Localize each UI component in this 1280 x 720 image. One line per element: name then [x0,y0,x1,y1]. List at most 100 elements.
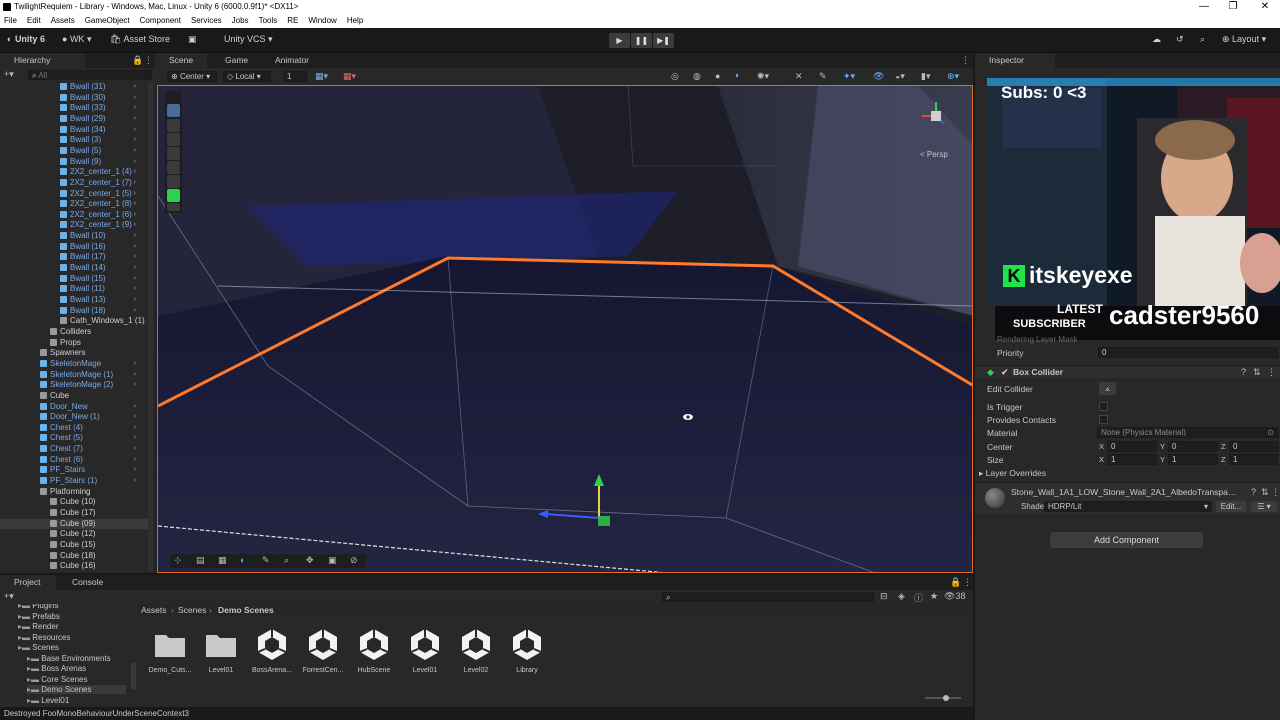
open-prefab-icon[interactable]: › [134,82,136,93]
material-menu-icon[interactable]: ⋮ [1271,487,1280,498]
overlay-zoom-icon[interactable]: ⌕ [284,555,289,566]
view-tool-icon[interactable] [167,104,180,117]
menu-window[interactable]: Window [308,16,336,25]
hierarchy-item[interactable]: Bwall (11) › [0,284,148,295]
layout-dropdown[interactable]: ⊕ Layout ▾ [1222,34,1266,45]
project-folder-item[interactable]: ▸▬ Core Scenes [27,675,126,684]
center-z-field[interactable]: 0 [1229,441,1278,452]
zoom-slider-handle[interactable] [943,695,949,701]
open-prefab-icon[interactable]: › [134,380,136,391]
gizmo-tools-icon[interactable]: ✦▾ [843,71,855,82]
folder-asset[interactable]: Demo_Cuts... [145,627,195,674]
maximize-button[interactable]: ❐ [1218,0,1248,14]
project-folder-item[interactable]: ▸▬ Base Environments [27,654,126,663]
open-prefab-icon[interactable]: › [134,242,136,253]
overlay-tool-1-icon[interactable]: ⊹ [174,555,182,566]
scene-asset[interactable]: BossArena... [247,627,297,674]
persp-label[interactable]: < Persp [920,150,948,159]
open-prefab-icon[interactable]: › [134,157,136,168]
hierarchy-item[interactable]: Door_New (1) › [0,412,148,423]
open-prefab-icon[interactable]: › [134,423,136,434]
overlay-tool-5-icon[interactable]: ✎ [262,555,270,566]
hierarchy-item[interactable]: Chest (5) › [0,433,148,444]
account-dropdown[interactable]: ● WK ▾ [62,34,91,45]
shading-shaded-wire-icon[interactable]: ◍ [693,71,701,82]
overlay-move-icon[interactable]: ✥ [306,555,314,566]
hierarchy-item[interactable]: Cube (10) [0,497,148,508]
open-prefab-icon[interactable]: › [134,284,136,295]
hierarchy-item[interactable]: Bwall (31) › [0,82,148,93]
grid-visibility-icon[interactable]: ▦▾ [343,71,356,82]
menu-gameobject[interactable]: GameObject [85,16,130,25]
presets-icon[interactable]: ⇅ [1253,367,1261,378]
hierarchy-item[interactable]: Bwall (5) › [0,146,148,157]
add-icon[interactable]: +▾ [4,69,14,80]
camera-settings-icon[interactable]: ▮▾ [921,71,930,82]
provides-contacts-checkbox[interactable] [1099,415,1108,424]
hierarchy-item[interactable]: Bwall (18) › [0,306,148,317]
audio-toggle-icon[interactable]: ✎ [819,71,827,82]
scene-viewport[interactable]: < Persp ⊹ ▤ ▦ ◐ ✎ ⌕ ✥ ▣ ⊘ [157,85,973,573]
hierarchy-item[interactable]: Bwall (9) › [0,157,148,168]
hierarchy-item[interactable]: Spawners [0,348,148,359]
shading-wireframe-icon[interactable]: ◎ [671,71,679,82]
open-prefab-icon[interactable]: › [134,231,136,242]
open-prefab-icon[interactable]: › [134,189,136,200]
open-prefab-icon[interactable]: › [134,412,136,423]
open-prefab-icon[interactable]: › [134,444,136,455]
snap-increment-field[interactable]: 1 [283,71,307,82]
lock-icon[interactable]: 🔒 [132,55,143,66]
hierarchy-item[interactable]: 2X2_center_1 (4) › [0,167,148,178]
menu-edit[interactable]: Edit [27,16,41,25]
open-prefab-icon[interactable]: › [134,252,136,263]
menu-re[interactable]: RE [287,16,298,25]
step-button[interactable]: ▶❚ [653,33,674,48]
edit-collider-button[interactable]: ⟑ [1099,382,1116,395]
hierarchy-item[interactable]: SkeletonMage (1) › [0,370,148,381]
project-tree-scrollbar[interactable] [131,663,136,689]
shading-rendered-icon[interactable]: ◐ [735,70,740,80]
hierarchy-item[interactable]: Cube (17) [0,508,148,519]
status-message[interactable]: Destroyed FooMonoBehaviourUnderSceneCont… [4,709,189,718]
open-prefab-icon[interactable]: › [134,295,136,306]
kebab-menu-icon[interactable]: ⋮ [144,55,153,66]
open-prefab-icon[interactable]: › [134,199,136,210]
size-y-field[interactable]: 1 [1168,454,1218,465]
open-prefab-icon[interactable]: › [134,146,136,157]
box-collider-enabled-checkbox[interactable]: ✔ [1001,367,1009,378]
collider-edit-tool-icon[interactable] [167,189,180,202]
open-prefab-icon[interactable]: › [134,263,136,274]
open-prefab-icon[interactable]: › [134,178,136,189]
minimize-button[interactable]: — [1189,0,1219,14]
shader-options-button[interactable]: ☰ ▾ [1251,501,1277,512]
transform-tool-icon[interactable] [167,175,180,188]
hierarchy-item[interactable]: Bwall (13) › [0,295,148,306]
menu-services[interactable]: Services [191,16,222,25]
asset-store-button[interactable]: 🛍 Asset Store [110,34,170,45]
project-folder-item[interactable]: ▸▬ Demo Scenes [27,685,126,694]
lighting-toggle-icon[interactable]: ✺▾ [757,71,769,82]
size-x-field[interactable]: 1 [1107,454,1157,465]
open-prefab-icon[interactable]: › [134,125,136,136]
hierarchy-item[interactable]: Cube (09) [0,518,148,530]
collab-icon[interactable]: ▣ [188,34,197,45]
scene-asset[interactable]: Level02 [451,627,501,674]
hierarchy-item[interactable]: Bwall (29) › [0,114,148,125]
scene-asset[interactable]: Library [502,627,552,674]
hierarchy-item[interactable]: Cube (15) [0,540,148,551]
is-trigger-checkbox[interactable] [1099,402,1108,411]
hierarchy-item[interactable]: Cube [0,391,148,402]
open-prefab-icon[interactable]: › [134,210,136,221]
hierarchy-item[interactable]: Bwall (3) › [0,135,148,146]
rotate-tool-icon[interactable] [167,133,180,146]
open-prefab-icon[interactable]: › [134,465,136,476]
tab-game[interactable]: Game [211,53,257,68]
project-folder-item[interactable]: ▸▬ Scenes [18,643,126,652]
hierarchy-item[interactable]: Chest (7) › [0,444,148,455]
project-folder-item[interactable]: ▸▬ Boss Arenas [27,664,126,673]
project-add-icon[interactable]: +▾ [4,591,14,602]
hierarchy-item[interactable]: Platforming [0,487,148,498]
open-prefab-icon[interactable]: › [134,167,136,178]
tab-inspector[interactable]: Inspector [975,53,1055,68]
hierarchy-item[interactable]: Chest (4) › [0,423,148,434]
